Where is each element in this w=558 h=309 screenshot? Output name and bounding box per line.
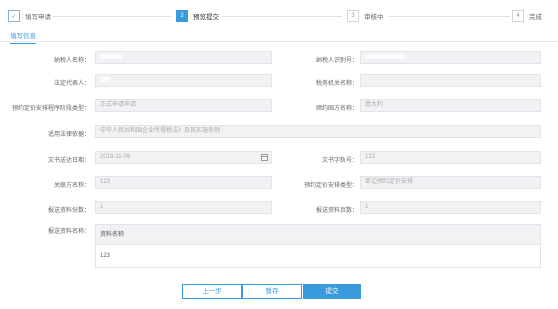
legal-basis-label: 适用法律依据： xyxy=(47,132,90,138)
step-connector xyxy=(222,16,342,17)
step-label: 审核中 xyxy=(364,14,384,21)
apa-stage-field[interactable]: 正式申请申请 xyxy=(95,99,272,112)
step-label: 填写申请 xyxy=(25,14,51,21)
pages-field[interactable]: 1 xyxy=(360,201,541,214)
legal-rep-field[interactable] xyxy=(95,74,272,87)
step-number: 4 xyxy=(512,10,524,22)
step-number: 3 xyxy=(347,10,359,22)
doc-date-value: 2018-11-09 xyxy=(100,154,131,160)
legal-rep-label: 法定代表人： xyxy=(53,81,90,87)
tab-divider xyxy=(0,41,558,42)
taxpayer-name-field[interactable] xyxy=(95,51,272,64)
copies-label: 报送资料份数： xyxy=(47,208,90,214)
copies-field[interactable]: 1 xyxy=(95,201,272,214)
step-label: 完成 xyxy=(529,14,542,21)
taxpayer-id-field[interactable] xyxy=(360,51,541,64)
pages-label: 报送资料页数： xyxy=(315,208,358,214)
doc-date-label: 文书送达日期： xyxy=(47,158,90,164)
step-fill-application: ✓ 填写申请 xyxy=(8,10,51,22)
materials-label: 报送资料名称： xyxy=(47,229,90,235)
apa-type-field[interactable]: 单边预约定价安排 xyxy=(360,176,541,189)
related-party-field[interactable]: 123 xyxy=(95,176,272,189)
related-party-label: 关联方名称： xyxy=(53,183,90,189)
materials-table: 资料名称 123 xyxy=(95,224,541,268)
submit-button[interactable]: 提交 xyxy=(303,284,361,299)
calendar-icon[interactable] xyxy=(261,154,268,161)
step-complete: 4 完成 xyxy=(512,10,542,22)
step-connector xyxy=(52,16,172,17)
step-connector xyxy=(388,16,510,17)
apa-stage-label: 预约定价安排程序阶段类型： xyxy=(11,106,90,112)
table-row: 123 xyxy=(100,253,111,259)
step-preview-submit: 2 预览提交 xyxy=(176,10,219,22)
taxpayer-id-label: 纳税人识别号： xyxy=(315,58,358,64)
step-label: 预览提交 xyxy=(193,14,219,21)
step-under-review: 3 审核中 xyxy=(347,10,384,22)
doc-number-label: 文书字轨号： xyxy=(321,158,358,164)
tax-authority-field[interactable] xyxy=(360,74,541,87)
taxpayer-name-label: 纳税人名称： xyxy=(53,58,90,64)
counterparty-country-field[interactable]: 意大利 xyxy=(360,99,541,112)
step-number: 2 xyxy=(176,10,188,22)
check-icon: ✓ xyxy=(8,10,20,22)
counterparty-country-label: 缔约国方名称： xyxy=(315,106,358,112)
tax-authority-label: 税务机关名称： xyxy=(315,81,358,87)
progress-steps: ✓ 填写申请 2 预览提交 3 审核中 4 完成 xyxy=(0,0,558,28)
save-draft-button[interactable]: 暂存 xyxy=(242,284,302,299)
doc-number-field[interactable]: 123 xyxy=(360,151,541,164)
materials-table-header: 资料名称 xyxy=(96,225,540,245)
apa-type-label: 预约定价安排类型： xyxy=(303,183,358,189)
doc-date-field[interactable]: 2018-11-09 xyxy=(95,151,272,164)
prev-button[interactable]: 上一步 xyxy=(182,284,242,299)
legal-basis-field[interactable]: 中华人民共和国企业所得税法》及其实施条例 xyxy=(95,125,541,138)
